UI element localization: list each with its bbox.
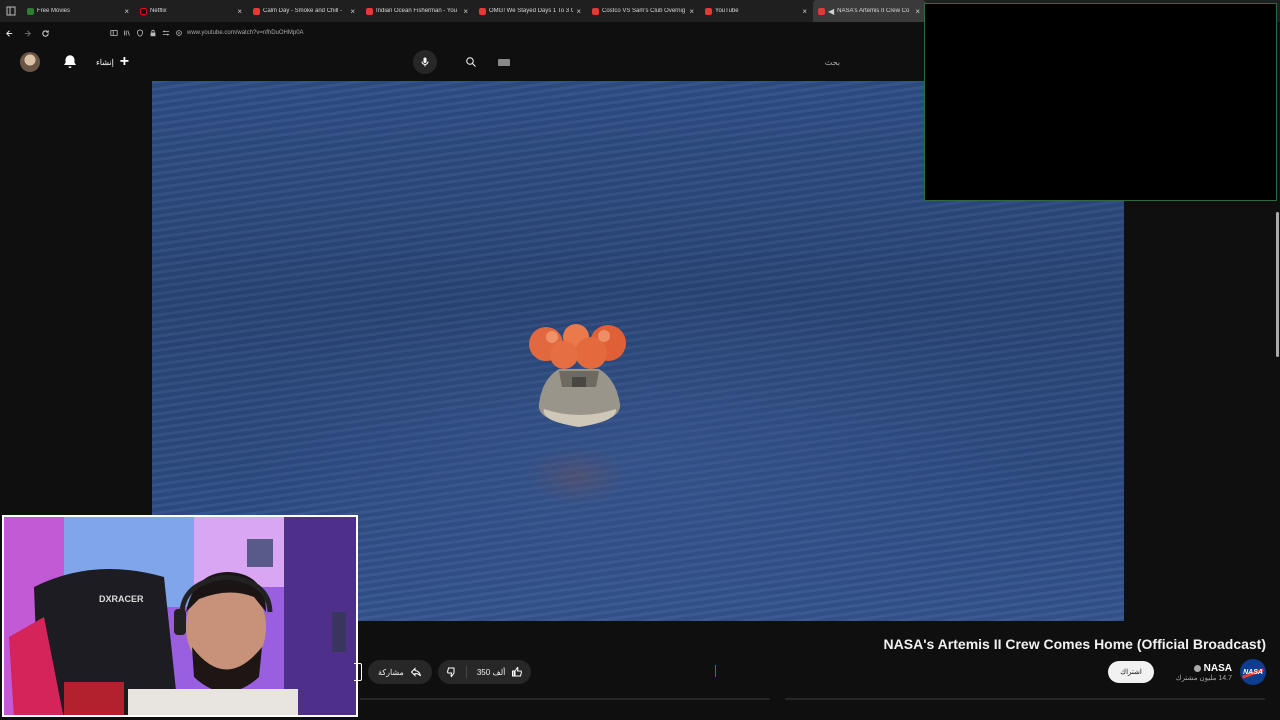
search-icon — [466, 57, 476, 67]
dislike-button[interactable] — [438, 666, 466, 678]
like-button[interactable]: 350 ألف — [465, 666, 532, 678]
close-icon[interactable]: × — [237, 7, 242, 16]
close-icon[interactable]: × — [802, 7, 807, 16]
avatar[interactable] — [20, 52, 40, 72]
subscribe-button[interactable]: اشتراك — [1108, 661, 1154, 683]
create-label: إنشاء — [96, 57, 114, 67]
search-input[interactable]: بحث — [489, 50, 849, 74]
forward-icon[interactable] — [18, 22, 36, 44]
scrollbar-thumb[interactable] — [1276, 212, 1279, 357]
close-icon[interactable]: × — [350, 7, 355, 16]
overlay-window — [924, 3, 1277, 201]
tab-indian-ocean[interactable]: Indian Ocean Fisherman - You × — [361, 0, 474, 22]
library-icon[interactable] — [123, 29, 131, 37]
favicon-icon — [27, 7, 34, 15]
streamer-webcam-image: DXRACER — [4, 517, 356, 715]
tab-costco[interactable]: Costco VS Sam's Club Overnig × — [587, 0, 700, 22]
tab-youtube[interactable]: YouTube × — [700, 0, 813, 22]
like-dislike-group: 350 ألف — [437, 660, 532, 684]
url-toolbar — [110, 29, 183, 37]
nasa-logo-text: NASA — [1243, 668, 1263, 676]
channel-name-text: NASA — [1203, 662, 1232, 674]
close-icon[interactable]: × — [463, 7, 468, 16]
close-icon[interactable]: × — [124, 7, 129, 16]
tab-title: YouTube — [715, 8, 739, 14]
channel-name[interactable]: NASA — [1193, 662, 1232, 674]
youtube-favicon-icon — [479, 7, 486, 15]
tab-title: Costco VS Sam's Club Overnig — [602, 8, 686, 14]
share-button[interactable]: مشاركة — [368, 660, 432, 684]
youtube-favicon-icon — [366, 7, 373, 15]
description-edge — [360, 698, 770, 700]
tab-free-movies[interactable]: Free Movies × — [22, 0, 135, 22]
speaker-icon[interactable]: ◀ — [828, 7, 834, 16]
channel-avatar[interactable]: NASA — [1240, 659, 1266, 685]
sidebar-icon[interactable] — [110, 29, 118, 37]
verified-icon — [1193, 664, 1201, 672]
save-button[interactable] — [354, 663, 362, 681]
youtube-favicon-icon — [818, 7, 825, 15]
tab-title: Calm Day - Smoke and Chill - — [263, 8, 343, 14]
tab-title: NASA's Artemis II Crew Co — [837, 8, 910, 14]
url-text[interactable]: www.youtube.com/watch?v=nfhDuOHMp0A — [187, 30, 304, 36]
share-label: مشاركة — [378, 667, 404, 677]
tab-nasa-active[interactable]: ◀ NASA's Artemis II Crew Co × — [813, 0, 926, 22]
like-count: 350 ألف — [476, 667, 506, 677]
webcam-overlay: DXRACER — [2, 515, 358, 717]
youtube-favicon-icon — [705, 7, 712, 15]
channel-info: NASA 14.7 مليون مشترك — [1176, 663, 1232, 682]
mic-icon[interactable] — [413, 50, 437, 74]
subscriber-count: 14.7 مليون مشترك — [1175, 674, 1232, 682]
tab-title: Free Movies — [37, 8, 71, 14]
video-actions: مشاركة 350 ألف — [354, 660, 532, 684]
close-icon[interactable]: × — [689, 7, 694, 16]
youtube-favicon-icon — [592, 7, 599, 15]
tab-omg[interactable]: OMG! We Stayed Days 1 To 3 G × — [474, 0, 587, 22]
close-icon[interactable]: × — [915, 7, 920, 16]
search-button[interactable] — [457, 50, 485, 74]
tab-netflix[interactable]: Netflix × — [135, 0, 248, 22]
back-icon[interactable] — [0, 22, 18, 44]
shield-icon[interactable] — [136, 29, 144, 37]
share-icon — [410, 667, 421, 677]
camera-icon[interactable] — [175, 29, 183, 37]
favicon-icon — [140, 7, 147, 15]
create-button[interactable]: إنشاء + — [96, 53, 129, 71]
tab-title: OMG! We Stayed Days 1 To 3 G — [489, 8, 574, 14]
screen: Free Movies × Netflix × Calm Day - Smoke… — [0, 0, 1280, 720]
reload-icon[interactable] — [36, 22, 54, 44]
thumbs-down-icon — [446, 667, 455, 678]
video-title: NASA's Artemis II Crew Comes Home (Offic… — [883, 636, 1266, 652]
plus-icon: + — [119, 53, 130, 70]
text-cursor-icon — [715, 665, 718, 677]
window-menu-icon[interactable] — [0, 0, 22, 22]
scrollbar[interactable] — [1275, 202, 1280, 720]
channel-row: NASA NASA 14.7 مليون مشترك اشتراك — [1108, 659, 1266, 685]
youtube-header: إنشاء + بحث — [0, 44, 922, 80]
orion-capsule-image — [529, 324, 626, 427]
youtube-favicon-icon — [253, 7, 260, 15]
permissions-icon[interactable] — [162, 29, 170, 37]
svg-text:DXRACER: DXRACER — [99, 594, 144, 604]
tab-title: Netflix — [150, 8, 167, 14]
thumbs-up-icon — [512, 666, 523, 677]
lock-icon[interactable] — [149, 29, 157, 37]
description-edge — [785, 698, 1265, 700]
tab-title: Indian Ocean Fisherman - You — [376, 8, 458, 14]
keyboard-icon[interactable] — [498, 58, 510, 66]
tab-calm-day[interactable]: Calm Day - Smoke and Chill - × — [248, 0, 361, 22]
close-icon[interactable]: × — [576, 7, 581, 16]
search-placeholder: بحث — [824, 57, 840, 67]
bell-icon[interactable] — [61, 53, 79, 71]
